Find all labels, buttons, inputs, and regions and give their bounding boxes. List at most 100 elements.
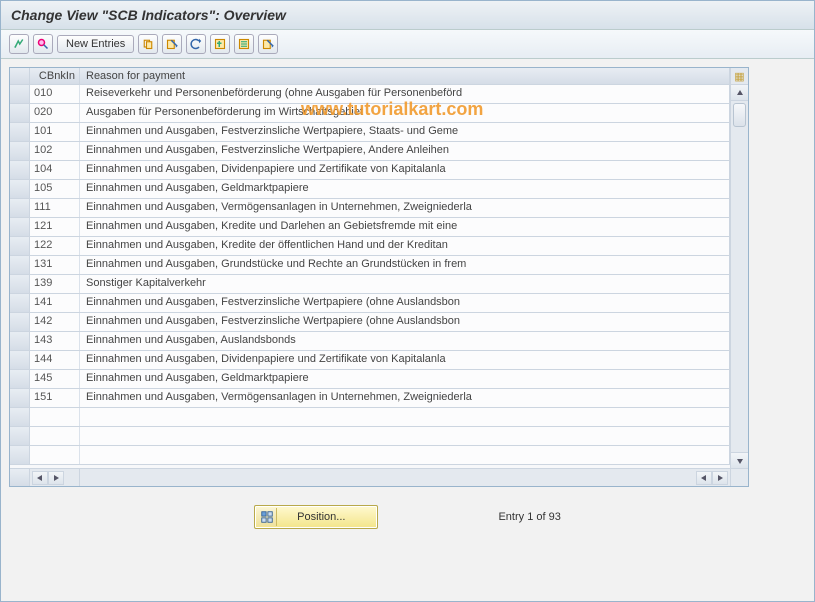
cell-reason[interactable]: Einnahmen und Ausgaben, Dividenpapiere u…: [80, 351, 730, 369]
row-selector[interactable]: [10, 218, 30, 236]
cell-reason[interactable]: Einnahmen und Ausgaben, Festverzinsliche…: [80, 142, 730, 160]
scroll-left-arrow[interactable]: [32, 471, 48, 485]
cell-cbnkin[interactable]: 131: [30, 256, 80, 274]
row-selector[interactable]: [10, 104, 30, 122]
cell-reason[interactable]: Einnahmen und Ausgaben, Auslandsbonds: [80, 332, 730, 350]
content-area: www.tutorialkart.com CBnkIn Reason for p…: [1, 59, 814, 601]
scroll-right-arrow-b[interactable]: [712, 471, 728, 485]
cell-reason[interactable]: Einnahmen und Ausgaben, Kredite der öffe…: [80, 237, 730, 255]
scroll-left-arrow-b[interactable]: [696, 471, 712, 485]
cell-cbnkin[interactable]: 143: [30, 332, 80, 350]
deselect-all-button[interactable]: [258, 34, 278, 54]
sap-window: Change View "SCB Indicators": Overview N…: [0, 0, 815, 602]
copy-as-button[interactable]: [138, 34, 158, 54]
cell-reason[interactable]: Einnahmen und Ausgaben, Vermögensanlagen…: [80, 389, 730, 407]
row-selector[interactable]: [10, 313, 30, 331]
scroll-up-arrow[interactable]: [731, 85, 748, 101]
select-all-header[interactable]: [10, 68, 30, 84]
row-selector[interactable]: [10, 294, 30, 312]
hscroll-col-b[interactable]: [80, 469, 730, 486]
cell-reason[interactable]: Einnahmen und Ausgaben, Festverzinsliche…: [80, 123, 730, 141]
cell-reason[interactable]: Reiseverkehr und Personenbeförderung (oh…: [80, 85, 730, 103]
table-row[interactable]: 101Einnahmen und Ausgaben, Festverzinsli…: [10, 123, 730, 142]
hscroll-corner-right: [730, 469, 748, 486]
cell-reason[interactable]: Einnahmen und Ausgaben, Festverzinsliche…: [80, 294, 730, 312]
configure-columns-button[interactable]: ▦: [730, 68, 748, 84]
select-all-button[interactable]: [210, 34, 230, 54]
cell-cbnkin[interactable]: 139: [30, 275, 80, 293]
cell-cbnkin[interactable]: 144: [30, 351, 80, 369]
row-selector[interactable]: [10, 370, 30, 388]
scroll-down-arrow[interactable]: [731, 452, 748, 468]
row-selector[interactable]: [10, 199, 30, 217]
undo-change-button[interactable]: [186, 34, 206, 54]
cell-cbnkin[interactable]: 101: [30, 123, 80, 141]
table-row[interactable]: 102Einnahmen und Ausgaben, Festverzinsli…: [10, 142, 730, 161]
cell-reason[interactable]: Sonstiger Kapitalverkehr: [80, 275, 730, 293]
cell-cbnkin[interactable]: 151: [30, 389, 80, 407]
cell-cbnkin[interactable]: 122: [30, 237, 80, 255]
position-icon: [257, 508, 277, 526]
find-button[interactable]: [33, 34, 53, 54]
row-selector[interactable]: [10, 237, 30, 255]
cell-cbnkin[interactable]: 102: [30, 142, 80, 160]
delete-button[interactable]: [162, 34, 182, 54]
table-row[interactable]: 142Einnahmen und Ausgaben, Festverzinsli…: [10, 313, 730, 332]
table-row[interactable]: 122Einnahmen und Ausgaben, Kredite der ö…: [10, 237, 730, 256]
row-selector[interactable]: [10, 389, 30, 407]
row-selector[interactable]: [10, 351, 30, 369]
cell-cbnkin[interactable]: 145: [30, 370, 80, 388]
cell-cbnkin[interactable]: 142: [30, 313, 80, 331]
new-entries-button[interactable]: New Entries: [57, 35, 134, 53]
other-view-button[interactable]: [9, 34, 29, 54]
entry-count-text: Entry 1 of 93: [498, 511, 560, 523]
table-row[interactable]: 105Einnahmen und Ausgaben, Geldmarktpapi…: [10, 180, 730, 199]
cell-reason[interactable]: Einnahmen und Ausgaben, Dividenpapiere u…: [80, 161, 730, 179]
col-header-reason[interactable]: Reason for payment: [80, 68, 730, 84]
vertical-scrollbar[interactable]: [730, 85, 748, 468]
scroll-right-arrow[interactable]: [48, 471, 64, 485]
scroll-thumb[interactable]: [733, 103, 746, 127]
footer-bar: Position... Entry 1 of 93: [9, 487, 806, 557]
col-header-cbnkin[interactable]: CBnkIn: [30, 68, 80, 84]
cell-reason[interactable]: Einnahmen und Ausgaben, Grundstücke und …: [80, 256, 730, 274]
table-row[interactable]: 131Einnahmen und Ausgaben, Grundstücke u…: [10, 256, 730, 275]
cell-cbnkin[interactable]: 010: [30, 85, 80, 103]
table-row[interactable]: 104Einnahmen und Ausgaben, Dividenpapier…: [10, 161, 730, 180]
cell-reason[interactable]: Einnahmen und Ausgaben, Kredite und Darl…: [80, 218, 730, 236]
cell-cbnkin[interactable]: 105: [30, 180, 80, 198]
position-button[interactable]: Position...: [254, 505, 378, 529]
cell-reason[interactable]: Einnahmen und Ausgaben, Festverzinsliche…: [80, 313, 730, 331]
table-row[interactable]: 139Sonstiger Kapitalverkehr: [10, 275, 730, 294]
data-grid: CBnkIn Reason for payment ▦ 010Reiseverk…: [9, 67, 749, 487]
cell-reason[interactable]: Ausgaben für Personenbeförderung im Wirt…: [80, 104, 730, 122]
cell-reason[interactable]: Einnahmen und Ausgaben, Geldmarktpapiere: [80, 370, 730, 388]
row-selector[interactable]: [10, 142, 30, 160]
table-row[interactable]: 144Einnahmen und Ausgaben, Dividenpapier…: [10, 351, 730, 370]
cell-cbnkin[interactable]: 111: [30, 199, 80, 217]
table-row[interactable]: 151Einnahmen und Ausgaben, Vermögensanla…: [10, 389, 730, 408]
cell-cbnkin[interactable]: 104: [30, 161, 80, 179]
select-block-button[interactable]: [234, 34, 254, 54]
cell-cbnkin[interactable]: 141: [30, 294, 80, 312]
table-row[interactable]: 143Einnahmen und Ausgaben, Auslandsbonds: [10, 332, 730, 351]
table-row[interactable]: 145Einnahmen und Ausgaben, Geldmarktpapi…: [10, 370, 730, 389]
table-row-empty: [10, 408, 730, 427]
row-selector[interactable]: [10, 275, 30, 293]
row-selector[interactable]: [10, 332, 30, 350]
table-row[interactable]: 141Einnahmen und Ausgaben, Festverzinsli…: [10, 294, 730, 313]
row-selector[interactable]: [10, 85, 30, 103]
table-row[interactable]: 010Reiseverkehr und Personenbeförderung …: [10, 85, 730, 104]
cell-reason[interactable]: Einnahmen und Ausgaben, Vermögensanlagen…: [80, 199, 730, 217]
hscroll-col-a[interactable]: [30, 469, 80, 486]
row-selector[interactable]: [10, 180, 30, 198]
row-selector[interactable]: [10, 256, 30, 274]
table-row[interactable]: 020Ausgaben für Personenbeförderung im W…: [10, 104, 730, 123]
cell-reason[interactable]: Einnahmen und Ausgaben, Geldmarktpapiere: [80, 180, 730, 198]
cell-cbnkin[interactable]: 121: [30, 218, 80, 236]
cell-cbnkin[interactable]: 020: [30, 104, 80, 122]
row-selector[interactable]: [10, 123, 30, 141]
table-row[interactable]: 111Einnahmen und Ausgaben, Vermögensanla…: [10, 199, 730, 218]
table-row[interactable]: 121Einnahmen und Ausgaben, Kredite und D…: [10, 218, 730, 237]
row-selector[interactable]: [10, 161, 30, 179]
